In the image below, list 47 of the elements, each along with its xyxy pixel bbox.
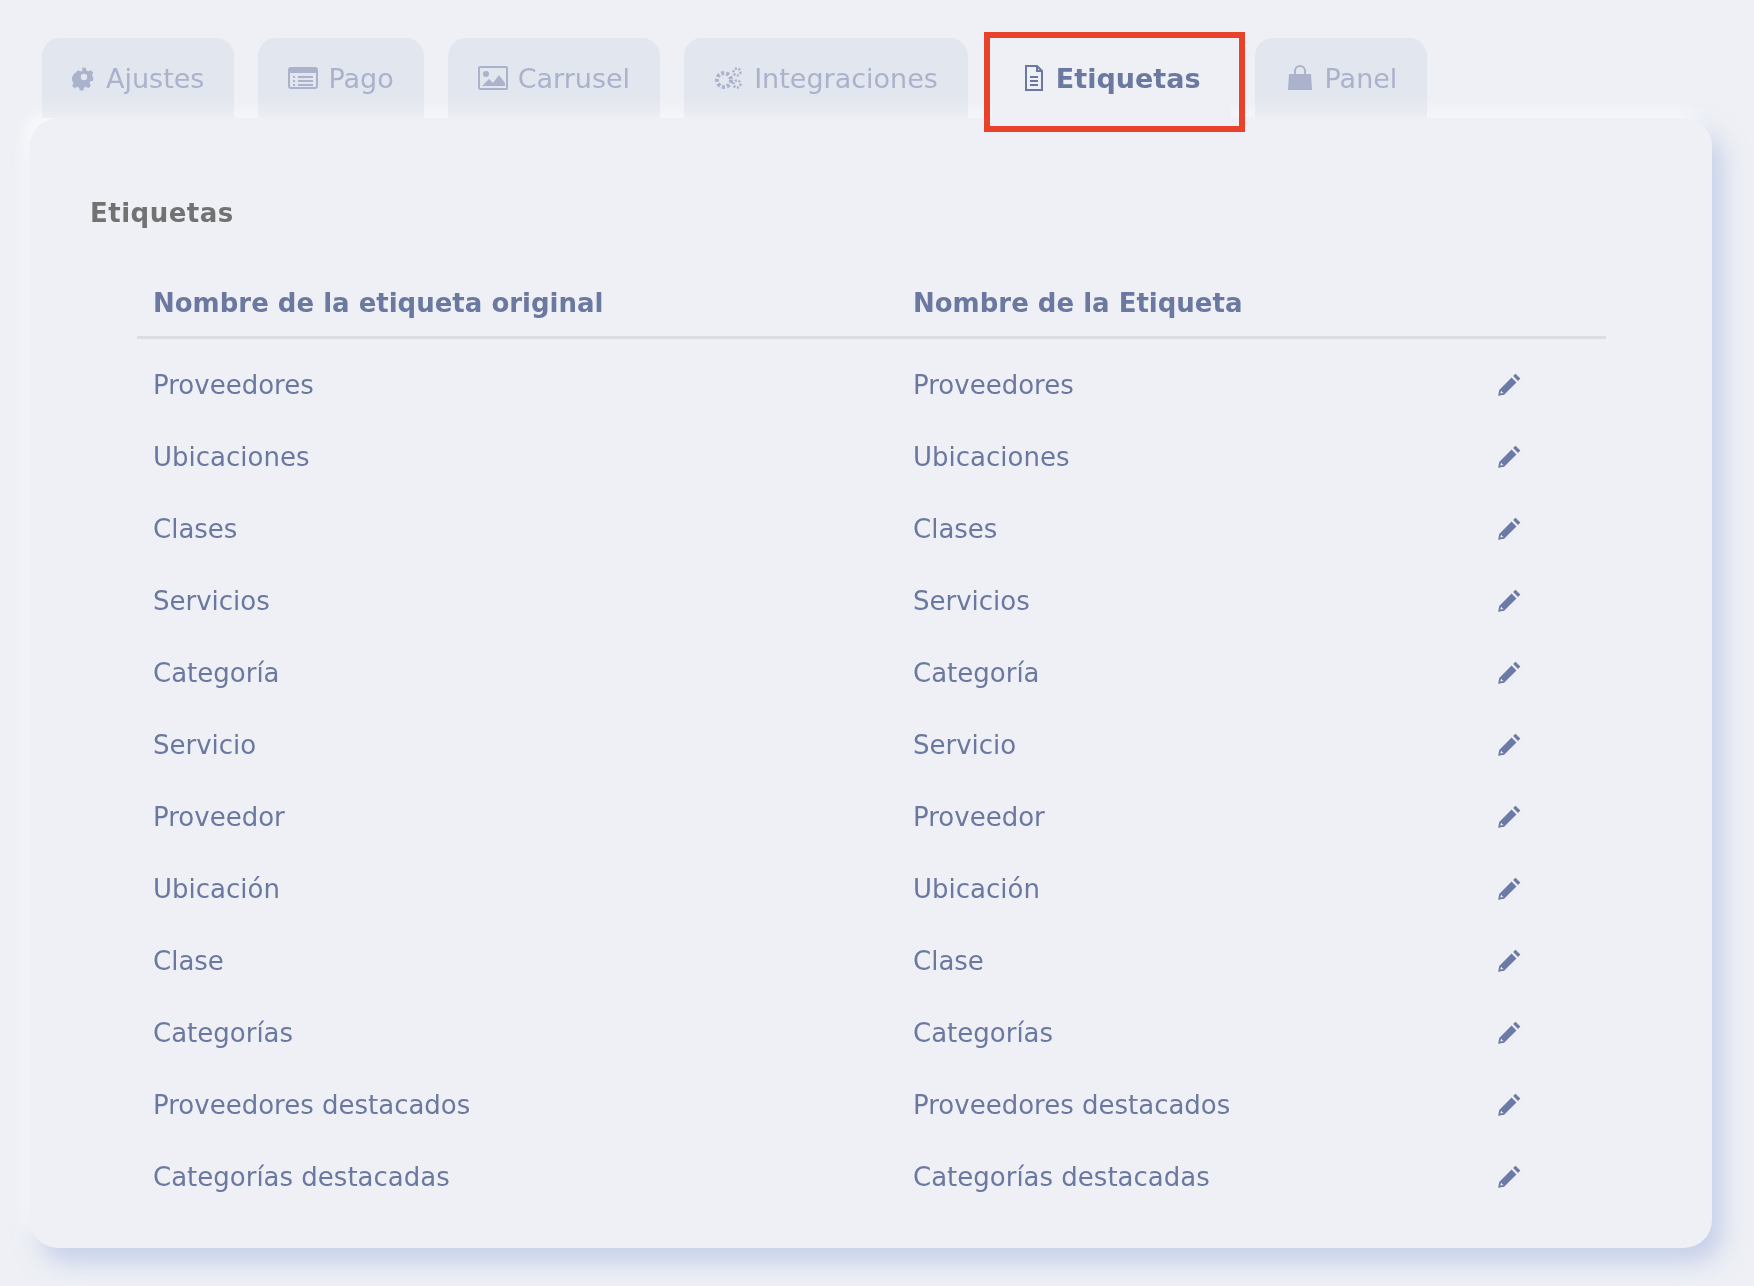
- table-cell-text: Categorías: [913, 1018, 1055, 1048]
- image-icon: [477, 65, 508, 91]
- table-cell-text: Ubicaciones: [913, 442, 1071, 472]
- table-cell-text: Servicios: [153, 586, 271, 616]
- tab[interactable]: Carrusel: [447, 38, 661, 118]
- table-cell-text: Categoría: [153, 658, 281, 688]
- tab[interactable]: Pago: [258, 38, 424, 118]
- column-header: Nombre de la Etiqueta: [913, 288, 1244, 318]
- table-cell-text: Ubicación: [153, 874, 281, 904]
- table-cell-text: Proveedores destacados: [913, 1090, 1232, 1120]
- edit-pencil-icon[interactable]: [1496, 732, 1522, 758]
- table-cell-text: Ubicación: [913, 874, 1041, 904]
- gear-icon: [72, 65, 96, 91]
- edit-pencil-icon[interactable]: [1496, 1164, 1522, 1190]
- table-cell-text: Clases: [153, 514, 239, 544]
- table-cell-text: Clases: [913, 514, 999, 544]
- table-cell-text: Servicio: [153, 730, 258, 760]
- edit-pencil-icon[interactable]: [1496, 372, 1522, 398]
- table-cell-text: Categorías destacadas: [913, 1162, 1211, 1192]
- table-cell-text: Proveedor: [913, 802, 1046, 832]
- section-title: Etiquetas: [90, 198, 235, 228]
- edit-pencil-icon[interactable]: [1496, 1092, 1522, 1118]
- tab[interactable]: Integraciones: [684, 38, 968, 118]
- table-cell-text: Clase: [913, 946, 985, 976]
- table-cell-text: Categorías: [153, 1018, 295, 1048]
- table-cell-text: Categorías destacadas: [153, 1162, 451, 1192]
- edit-pencil-icon[interactable]: [1496, 948, 1522, 974]
- edit-pencil-icon[interactable]: [1496, 804, 1522, 830]
- table-cell-text: Servicio: [913, 730, 1018, 760]
- edit-pencil-icon[interactable]: [1496, 876, 1522, 902]
- tab[interactable]: Ajustes: [42, 38, 235, 118]
- table-cell-text: Proveedores destacados: [153, 1090, 472, 1120]
- table-cell-text: Proveedores: [913, 370, 1075, 400]
- table-cell-text: Ubicaciones: [153, 442, 311, 472]
- column-header: Nombre de la etiqueta original: [153, 288, 605, 318]
- table-cell-text: Clase: [153, 946, 225, 976]
- edit-pencil-icon[interactable]: [1496, 588, 1522, 614]
- edit-pencil-icon[interactable]: [1496, 1020, 1522, 1046]
- edit-pencil-icon[interactable]: [1496, 444, 1522, 470]
- list-card-icon: [288, 65, 319, 91]
- table-cell-text: Proveedores: [153, 370, 315, 400]
- table-cell-text: Proveedor: [153, 802, 286, 832]
- edit-pencil-icon[interactable]: [1496, 516, 1522, 542]
- table-cell-text: Servicios: [913, 586, 1031, 616]
- table-cell-text: Categoría: [913, 658, 1041, 688]
- tab[interactable]: Panel: [1254, 38, 1428, 118]
- edit-pencil-icon[interactable]: [1496, 660, 1522, 686]
